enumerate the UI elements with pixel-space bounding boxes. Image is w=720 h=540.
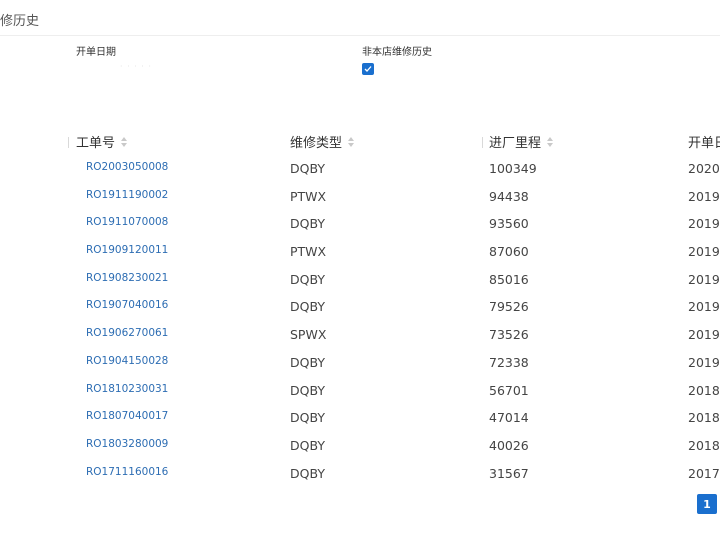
order-number-link[interactable]: RO1810230031 bbox=[86, 383, 168, 395]
order-number-link[interactable]: RO1803280009 bbox=[86, 438, 168, 450]
mileage-cell: 100349 bbox=[489, 161, 537, 176]
mileage-cell: 79526 bbox=[489, 299, 529, 315]
table-body: RO2003050008 DQBY 100349 2020- RO1911190002 P… bbox=[0, 155, 720, 487]
mileage-cell: 47014 bbox=[489, 410, 529, 426]
check-icon bbox=[364, 66, 372, 72]
date-filter-label: 开单日期 bbox=[76, 47, 116, 58]
order-number-link[interactable]: RO1807040017 bbox=[86, 410, 168, 422]
page-title: 维修历史 bbox=[0, 14, 40, 29]
order-number-link[interactable]: RO1908230021 bbox=[86, 272, 168, 284]
order-number-link[interactable]: RO1906270061 bbox=[86, 327, 168, 339]
order-number-link[interactable]: RO1904150028 bbox=[86, 355, 168, 367]
table-row: RO1911070008 DQBY 93560 2019- bbox=[0, 210, 720, 238]
open-date-cell: 2019- bbox=[688, 271, 720, 287]
order-number-link[interactable]: RO1711160016 bbox=[86, 466, 168, 478]
table-row: RO1807040017 DQBY 47014 2018- bbox=[0, 404, 720, 432]
order-number-link[interactable]: RO1911070008 bbox=[86, 216, 168, 228]
repair-type-cell: DQBY bbox=[290, 299, 325, 315]
mileage-cell: 87060 bbox=[489, 244, 529, 260]
open-date-cell: 2018- bbox=[688, 382, 720, 398]
open-date-cell: 2018- bbox=[688, 437, 720, 453]
repair-type-cell: DQBY bbox=[290, 410, 325, 426]
order-number-link[interactable]: RO1909120011 bbox=[86, 244, 168, 256]
repair-type-cell: SPWX bbox=[290, 327, 327, 343]
column-header-open-date[interactable]: 开单日 bbox=[688, 132, 720, 151]
title-divider bbox=[0, 35, 720, 36]
open-date-cell: 2020- bbox=[688, 161, 720, 176]
open-date-cell: 2019- bbox=[688, 354, 720, 370]
open-date-cell: 2019- bbox=[688, 327, 720, 343]
sort-icon[interactable] bbox=[121, 136, 128, 147]
repair-type-cell: DQBY bbox=[290, 161, 325, 176]
mileage-cell: 93560 bbox=[489, 216, 529, 232]
table-row: RO2003050008 DQBY 100349 2020- bbox=[0, 155, 720, 183]
other-store-label: 非本店维修历史 bbox=[362, 47, 432, 58]
repair-type-cell: DQBY bbox=[290, 216, 325, 232]
pagination-page-button[interactable]: 1 bbox=[697, 494, 717, 514]
table-row: RO1904150028 DQBY 72338 2019- bbox=[0, 349, 720, 377]
mileage-cell: 73526 bbox=[489, 327, 529, 343]
order-number-link[interactable]: RO2003050008 bbox=[86, 161, 168, 173]
repair-type-cell: PTWX bbox=[290, 244, 327, 260]
table-row: RO1803280009 DQBY 40026 2018- bbox=[0, 432, 720, 460]
repair-type-cell: DQBY bbox=[290, 465, 325, 481]
column-separator bbox=[68, 137, 69, 148]
mileage-cell: 31567 bbox=[489, 465, 529, 481]
mileage-cell: 40026 bbox=[489, 437, 529, 453]
mileage-cell: 56701 bbox=[489, 382, 529, 398]
repair-type-cell: DQBY bbox=[290, 271, 325, 287]
table-row: RO1911190002 PTWX 94438 2019- bbox=[0, 183, 720, 211]
repair-type-cell: DQBY bbox=[290, 437, 325, 453]
date-range-input[interactable]: · · · · · bbox=[120, 62, 295, 76]
open-date-cell: 2019- bbox=[688, 216, 720, 232]
open-date-cell: 2019- bbox=[688, 188, 720, 204]
mileage-cell: 94438 bbox=[489, 188, 529, 204]
open-date-cell: 2018- bbox=[688, 410, 720, 426]
column-header-repair-type[interactable]: 维修类型 bbox=[290, 132, 355, 151]
repair-type-cell: DQBY bbox=[290, 382, 325, 398]
sort-icon[interactable] bbox=[547, 136, 554, 147]
column-header-label: 进厂里程 bbox=[489, 136, 542, 151]
mileage-cell: 85016 bbox=[489, 271, 529, 287]
table-row: RO1907040016 DQBY 79526 2019- bbox=[0, 293, 720, 321]
table-row: RO1906270061 SPWX 73526 2019- bbox=[0, 321, 720, 349]
column-header-label: 开单日 bbox=[688, 136, 720, 151]
repair-type-cell: DQBY bbox=[290, 354, 325, 370]
repair-type-cell: PTWX bbox=[290, 188, 327, 204]
mileage-cell: 72338 bbox=[489, 354, 529, 370]
open-date-cell: 2019- bbox=[688, 244, 720, 260]
column-header-label: 维修类型 bbox=[290, 136, 343, 151]
open-date-cell: 2017- bbox=[688, 465, 720, 481]
table-row: RO1810230031 DQBY 56701 2018- bbox=[0, 377, 720, 405]
open-date-cell: 2019- bbox=[688, 299, 720, 315]
table-row: RO1908230021 DQBY 85016 2019- bbox=[0, 266, 720, 294]
other-store-checkbox[interactable] bbox=[362, 63, 374, 75]
table-row: RO1909120011 PTWX 87060 2019- bbox=[0, 238, 720, 266]
sort-icon[interactable] bbox=[348, 136, 355, 147]
order-number-link[interactable]: RO1907040016 bbox=[86, 299, 168, 311]
column-header-label: 工单号 bbox=[76, 136, 116, 151]
table-row: RO1711160016 DQBY 31567 2017- bbox=[0, 460, 720, 488]
column-header-mileage[interactable]: 进厂里程 bbox=[489, 132, 554, 151]
order-number-link[interactable]: RO1911190002 bbox=[86, 189, 168, 201]
column-header-order-no[interactable]: 工单号 bbox=[76, 132, 128, 151]
column-separator bbox=[482, 137, 483, 148]
